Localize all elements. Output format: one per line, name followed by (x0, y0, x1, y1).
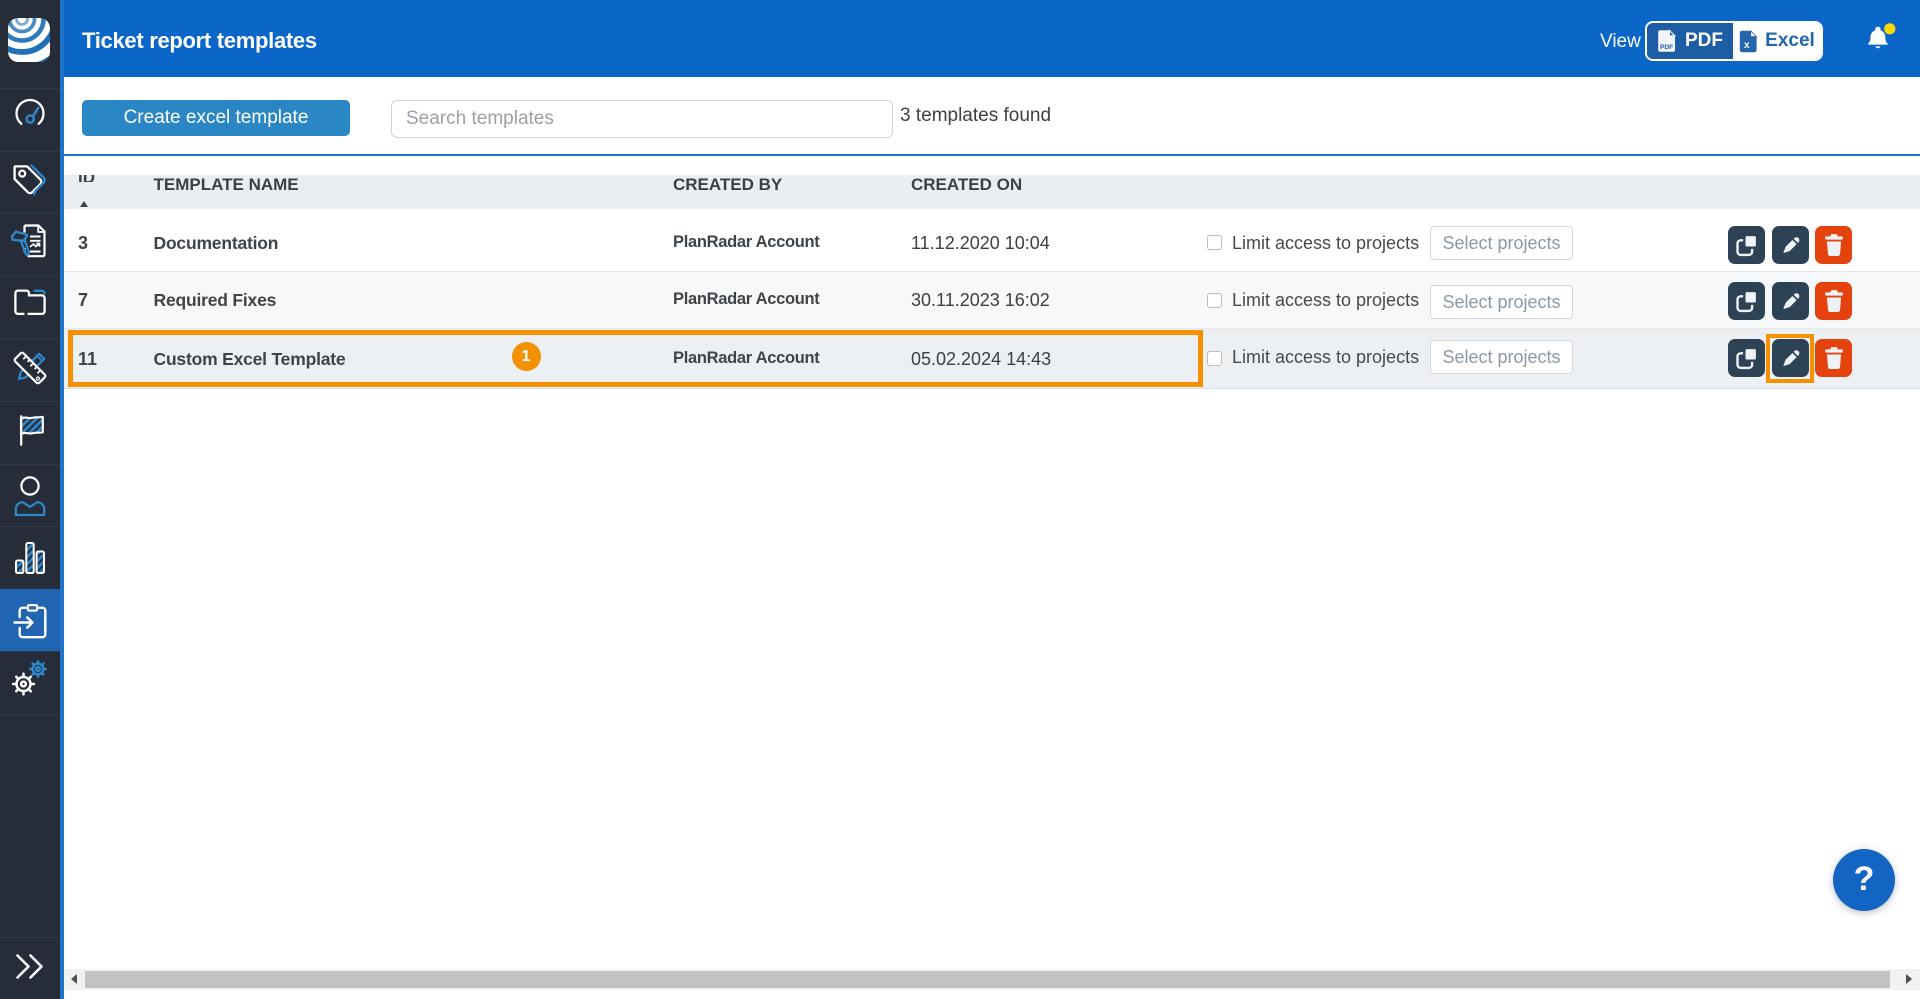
svg-text:x: x (1744, 40, 1750, 51)
svg-text:PDF: PDF (1660, 44, 1673, 51)
